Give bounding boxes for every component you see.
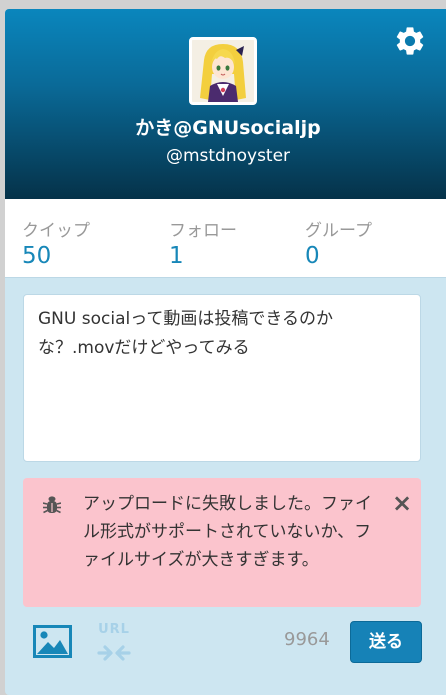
stat-label: クイップ <box>22 221 90 241</box>
url-label: URL <box>98 622 130 637</box>
display-name[interactable]: かき@GNUsocialjp <box>5 113 446 140</box>
bug-icon <box>43 496 61 514</box>
stat-groups[interactable]: グループ 0 <box>305 216 372 269</box>
stat-label: グループ <box>305 221 372 241</box>
post-textarea[interactable]: GNU socialって動画は投稿できるのかな？.movだけどやってみる <box>23 294 421 462</box>
profile-stats: クイップ 50 フォロー 1 グループ 0 <box>5 199 446 278</box>
avatar[interactable] <box>189 37 257 105</box>
alert-message: アップロードに失敗しました。ファイル形式がサポートされていないか、ファイルサイズ… <box>83 494 372 570</box>
gear-icon[interactable] <box>393 24 427 58</box>
character-counter: 9964 <box>284 629 330 650</box>
user-handle[interactable]: @mstdnoyster <box>5 146 446 166</box>
stat-value: 50 <box>22 243 52 269</box>
profile-card: かき@GNUsocialjp @mstdnoyster クイップ 50 フォロー… <box>5 9 446 695</box>
stat-label: フォロー <box>169 221 237 241</box>
upload-error-alert: アップロードに失敗しました。ファイル形式がサポートされていないか、ファイルサイズ… <box>23 478 421 607</box>
profile-header: かき@GNUsocialjp @mstdnoyster <box>5 9 446 199</box>
image-icon[interactable] <box>33 625 72 658</box>
attach-url-button[interactable]: URL <box>91 622 137 664</box>
close-icon[interactable]: × <box>391 490 413 516</box>
url-arrows-icon <box>97 645 131 661</box>
avatar-image <box>192 40 254 102</box>
send-button[interactable]: 送る <box>350 621 422 663</box>
stat-notices[interactable]: クイップ 50 <box>22 216 90 269</box>
stat-value: 0 <box>305 243 320 269</box>
stat-following[interactable]: フォロー 1 <box>169 216 237 269</box>
stat-value: 1 <box>169 243 184 269</box>
